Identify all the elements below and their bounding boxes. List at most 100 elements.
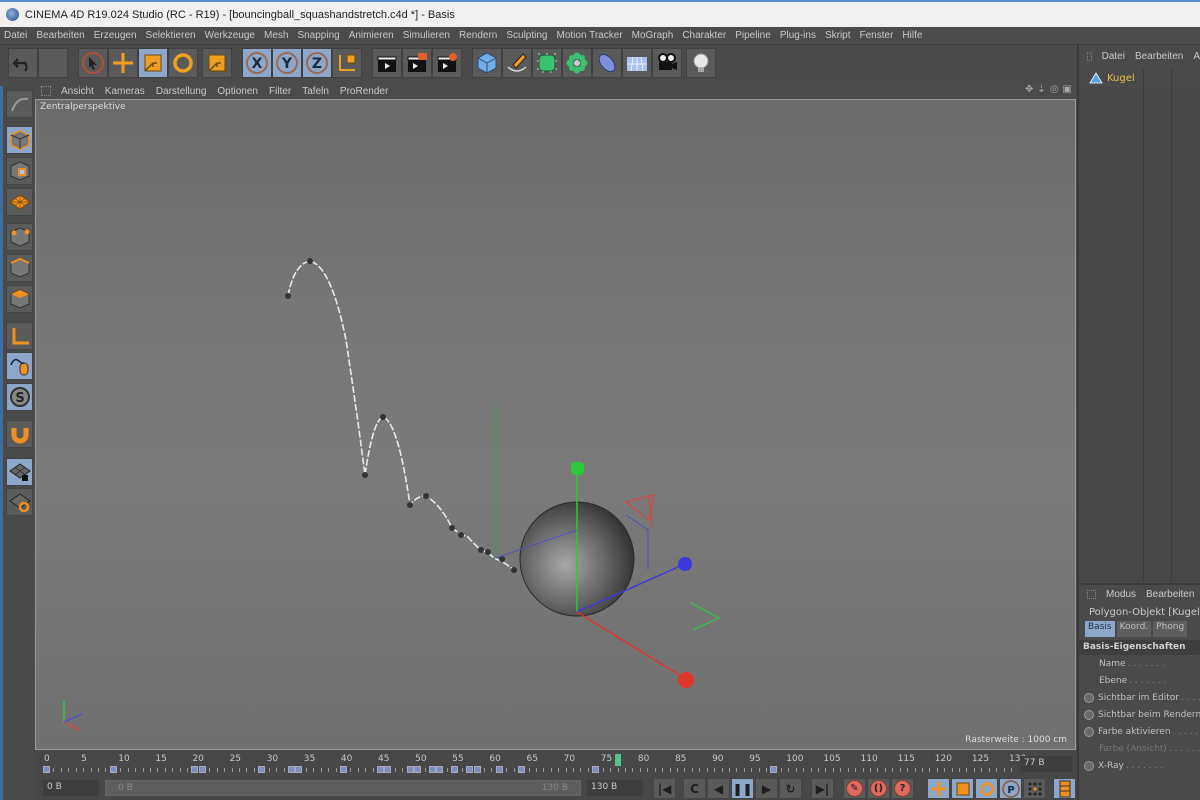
keyframe-marker[interactable]: [414, 766, 422, 773]
tab-phong[interactable]: Phong: [1153, 621, 1188, 637]
keyframe-marker[interactable]: [451, 766, 459, 773]
camera-label[interactable]: Zentralperspektive: [38, 102, 128, 112]
path-point[interactable]: [458, 532, 464, 538]
menu-mesh[interactable]: Mesh: [264, 30, 288, 41]
edges-mode-button[interactable]: [6, 254, 33, 282]
end-frame-field[interactable]: 130 B: [587, 780, 643, 796]
render-picture-viewer-button[interactable]: [402, 48, 432, 78]
property-sichtbar-beim-rendern[interactable]: Sichtbar beim Rendern. . . . . . .: [1079, 706, 1200, 723]
point-level-animation-button[interactable]: [1023, 778, 1046, 799]
workplane-align-button[interactable]: [6, 488, 33, 516]
keyframe-marker[interactable]: [377, 766, 385, 773]
menu-sculpting[interactable]: Sculpting: [506, 30, 547, 41]
menu-rendern[interactable]: Rendern: [459, 30, 497, 41]
menu-bearbeiten[interactable]: Bearbeiten: [36, 30, 84, 41]
subdivision-surface-button[interactable]: [532, 48, 562, 78]
play-backwards-button[interactable]: ◀: [707, 778, 730, 799]
snap-magnet-button[interactable]: [6, 420, 33, 448]
cloner-button[interactable]: [562, 48, 592, 78]
model-mode-button[interactable]: [6, 126, 33, 154]
animation-toggle-icon[interactable]: [1084, 760, 1094, 771]
keyframe-marker[interactable]: [466, 766, 474, 773]
axis-mode-button[interactable]: [6, 322, 33, 350]
scale-button[interactable]: [138, 48, 168, 78]
redo-button[interactable]: [38, 48, 68, 78]
x-axis-handle[interactable]: [678, 672, 694, 688]
workplane-mode-button[interactable]: [6, 188, 33, 216]
animation-toggle-icon[interactable]: [1084, 709, 1094, 720]
preview-range-slider[interactable]: 0 B 130 B: [105, 780, 581, 796]
am-menu-modus[interactable]: Modus: [1106, 589, 1136, 600]
3d-viewport[interactable]: Zentralperspektive Rasterweite : 1000 cm: [35, 99, 1076, 750]
keyframe-marker[interactable]: [109, 766, 117, 773]
parameter-track-button[interactable]: P: [999, 778, 1022, 799]
timeline-ruler[interactable]: 0 5 10 15 20 25 30 35 40 45 50 55 60 65 70 75 80 85 90 95 10…: [35, 752, 1076, 776]
z-axis-lock-button[interactable]: Z: [302, 48, 332, 78]
move-button[interactable]: [108, 48, 138, 78]
menu-werkzeuge[interactable]: Werkzeuge: [205, 30, 255, 41]
menu-datei[interactable]: Datei: [4, 30, 27, 41]
coordinate-system-button[interactable]: [332, 48, 362, 78]
property-farbe-ansicht-[interactable]: Farbe (Ansicht). . . . . . .: [1079, 740, 1200, 757]
menu-snapping[interactable]: Snapping: [297, 30, 339, 41]
property-name[interactable]: Name. . . . . . .: [1079, 655, 1200, 672]
keyframe-marker[interactable]: [495, 766, 503, 773]
path-point[interactable]: [407, 502, 413, 508]
timeline-scheme-button[interactable]: [1053, 778, 1076, 799]
path-point[interactable]: [285, 293, 291, 299]
viewport-menu-prorender[interactable]: ProRender: [340, 86, 388, 97]
property-ebene[interactable]: Ebene. . . . . . .: [1079, 672, 1200, 689]
goto-start-button[interactable]: |◀: [653, 778, 676, 799]
path-point[interactable]: [511, 567, 517, 573]
menu-fenster[interactable]: Fenster: [860, 30, 894, 41]
viewport-menu-optionen[interactable]: Optionen: [217, 86, 258, 97]
record-active-objects-button[interactable]: ✎: [843, 778, 866, 799]
texture-mode-button[interactable]: [6, 157, 33, 185]
viewport-menu-darstellung[interactable]: Darstellung: [156, 86, 207, 97]
solo-mode-button[interactable]: S: [6, 383, 33, 411]
render-settings-button[interactable]: [432, 48, 462, 78]
camera-button[interactable]: [652, 48, 682, 78]
menu-erzeugen[interactable]: Erzeugen: [94, 30, 137, 41]
object-list[interactable]: [1079, 69, 1200, 582]
om-menu-a[interactable]: A: [1193, 51, 1200, 62]
viewport-pan-icon[interactable]: ✥: [1025, 84, 1033, 95]
path-point[interactable]: [478, 547, 484, 553]
keyframe-marker[interactable]: [339, 766, 347, 773]
keyframe-marker[interactable]: [518, 766, 526, 773]
menu-mograph[interactable]: MoGraph: [632, 30, 674, 41]
tweak-mode-button[interactable]: [6, 352, 33, 380]
path-point[interactable]: [485, 549, 491, 555]
keyframe-marker[interactable]: [436, 766, 444, 773]
object-name[interactable]: Kugel: [1107, 73, 1135, 84]
panel-grip-icon[interactable]: [1087, 51, 1092, 61]
om-menu-bearbeiten[interactable]: Bearbeiten: [1135, 51, 1183, 62]
goto-prev-key-button[interactable]: C: [683, 778, 706, 799]
property-x-ray[interactable]: X-Ray. . . . . . .: [1079, 757, 1200, 774]
viewport-toggle-layout-icon[interactable]: ▣: [1063, 84, 1072, 95]
property-sichtbar-im-editor[interactable]: Sichtbar im Editor. . . . . . .: [1079, 689, 1200, 706]
tab-basis[interactable]: Basis: [1085, 621, 1115, 637]
panel-grip-icon[interactable]: [1087, 589, 1096, 599]
property-farbe-aktivieren[interactable]: Farbe aktivieren. . . . . . .: [1079, 723, 1200, 740]
menu-selektieren[interactable]: Selektieren: [146, 30, 196, 41]
scale-track-button[interactable]: [951, 778, 974, 799]
viewport-dolly-icon[interactable]: ⇣: [1037, 84, 1045, 95]
keyframe-marker[interactable]: [592, 766, 600, 773]
rotate-button[interactable]: [168, 48, 198, 78]
keyframe-marker[interactable]: [258, 766, 266, 773]
y-axis-lock-button[interactable]: Y: [272, 48, 302, 78]
position-track-button[interactable]: [927, 778, 950, 799]
last-tool-button[interactable]: [202, 48, 232, 78]
polygons-mode-button[interactable]: [6, 285, 33, 313]
menu-animieren[interactable]: Animieren: [349, 30, 394, 41]
menu-skript[interactable]: Skript: [825, 30, 851, 41]
path-point[interactable]: [423, 493, 429, 499]
make-editable-button[interactable]: [6, 90, 33, 118]
panel-grip-icon[interactable]: [41, 86, 51, 96]
points-mode-button[interactable]: [6, 223, 33, 251]
viewport-menu-ansicht[interactable]: Ansicht: [61, 86, 94, 97]
menu-hilfe[interactable]: Hilfe: [902, 30, 922, 41]
viewport-menu-kameras[interactable]: Kameras: [105, 86, 145, 97]
rotation-track-button[interactable]: [975, 778, 998, 799]
